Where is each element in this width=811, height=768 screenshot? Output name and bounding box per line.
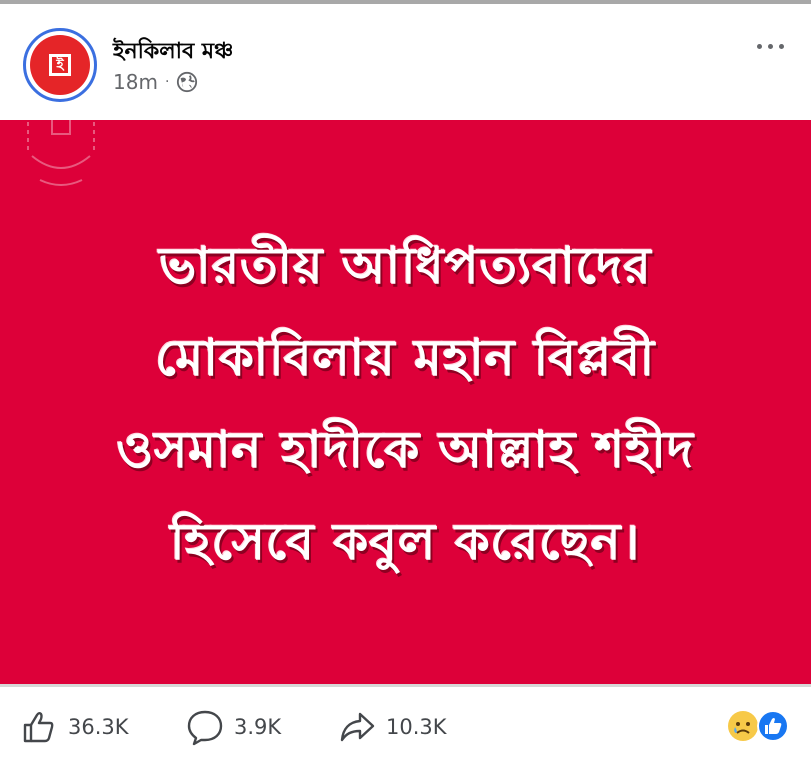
- page-logo: ই: [49, 54, 71, 76]
- ghost-watermark: [27, 114, 95, 186]
- like-count: 36.3K: [68, 715, 129, 739]
- comment-button[interactable]: 3.9K: [186, 707, 281, 747]
- like-reaction-icon: [757, 710, 789, 742]
- post-header: ই ইনকিলাব মঞ্চ 18m ·: [0, 4, 811, 120]
- more-options-icon: [756, 43, 762, 49]
- like-icon: [23, 712, 54, 743]
- share-button[interactable]: 10.3K: [338, 707, 447, 747]
- meta-separator: ·: [164, 74, 170, 90]
- post-text-line: হিসেবে কবুল করেছেন।: [170, 513, 641, 571]
- post-text-line: ওসমান হাদীকে আল্লাহ শহীদ: [116, 421, 695, 479]
- reaction-summary[interactable]: [727, 710, 791, 744]
- post-text-line: ভারতীয় আধিপত্যবাদের: [159, 237, 652, 295]
- post-text-block: ভারতীয় আধিপত্যবাদের মোকাবিলায় মহান বিপ…: [0, 220, 811, 588]
- page-avatar[interactable]: ই: [23, 28, 97, 102]
- comment-count: 3.9K: [234, 715, 282, 739]
- more-options-button[interactable]: [748, 32, 792, 60]
- share-icon: [340, 712, 375, 742]
- globe-icon[interactable]: [176, 71, 198, 93]
- post-time[interactable]: 18m: [113, 70, 158, 94]
- sad-emoji-icon: [728, 711, 758, 741]
- action-bar: 36.3K 3.9K 10.3K: [0, 687, 811, 768]
- comment-icon: [187, 710, 223, 746]
- post-image[interactable]: ভারতীয় আধিপত্যবাদের মোকাবিলায় মহান বিপ…: [0, 114, 811, 684]
- post-text-line: মোকাবিলায় মহান বিপ্লবী: [155, 329, 656, 387]
- post-meta: 18m ·: [113, 70, 198, 94]
- share-count: 10.3K: [386, 715, 447, 739]
- like-button[interactable]: 36.3K: [20, 707, 129, 747]
- page-name[interactable]: ইনকিলাব মঞ্চ: [113, 34, 233, 71]
